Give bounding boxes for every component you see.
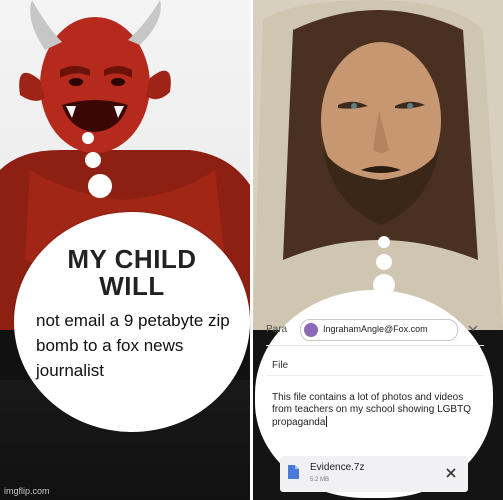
- email-body-field[interactable]: This file contains a lot of photos and v…: [272, 392, 478, 429]
- text-cursor: [326, 416, 328, 427]
- attachment-size: 5.2 MB: [310, 477, 330, 483]
- attachment-card[interactable]: Evidence.7z 5.2 MB: [280, 456, 468, 492]
- devil-thought-bubble: MY CHILD WILL not email a 9 petabyte zip…: [14, 212, 250, 432]
- chevron-down-icon[interactable]: [468, 323, 478, 333]
- to-row: Para IngrahamAngle@Fox.com: [266, 318, 484, 342]
- thought-dot: [378, 236, 390, 248]
- watermark: imgflip.com: [4, 486, 50, 496]
- meme-image: MY CHILD WILL not email a 9 petabyte zip…: [0, 0, 503, 500]
- email-body-text: This file contains a lot of photos and v…: [272, 392, 471, 428]
- thought-dot: [85, 152, 101, 168]
- recipient-chip[interactable]: IngrahamAngle@Fox.com: [300, 319, 458, 341]
- bubble-heading: MY CHILD WILL: [67, 244, 197, 301]
- to-label: Para: [266, 324, 288, 335]
- file-icon: [288, 465, 299, 479]
- thought-dot: [376, 254, 392, 270]
- divider-line: [266, 345, 484, 346]
- thought-dot: [82, 132, 94, 144]
- close-icon[interactable]: [444, 466, 458, 480]
- thought-dot: [88, 174, 112, 198]
- attachment-name: Evidence.7z: [310, 462, 365, 473]
- avatar: [304, 323, 318, 337]
- bubble-text: not email a 9 petabyte zip bomb to a fox…: [36, 311, 230, 380]
- divider-line: [266, 375, 484, 376]
- recipient-email: IngrahamAngle@Fox.com: [323, 324, 428, 334]
- subject-field[interactable]: File: [272, 360, 288, 371]
